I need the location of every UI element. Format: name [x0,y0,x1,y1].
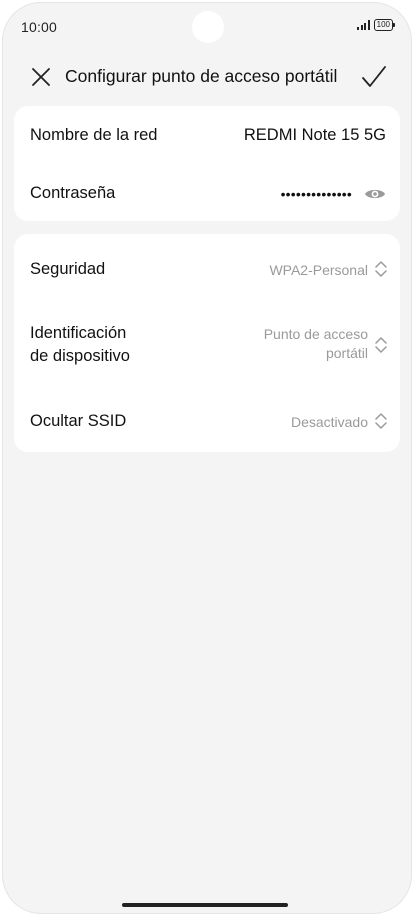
home-indicator[interactable] [122,903,288,907]
phone-screen: 10:00 100 Configurar punto de acceso por… [3,3,411,913]
device-id-row[interactable]: Identificación de dispositivo Punto de a… [14,304,400,384]
front-camera [192,11,224,43]
page-title: Configurar punto de acceso portátil [65,66,338,86]
battery-level: 100 [376,20,390,29]
hide-ssid-label: Ocultar SSID [30,412,127,430]
device-id-label-line1: Identificación [30,324,127,342]
status-time: 10:00 [21,19,58,35]
password-value: •••••••••••••• [280,186,352,202]
security-label: Seguridad [30,260,106,278]
header: Configurar punto de acceso portátil [3,55,411,99]
battery-icon: 100 [373,19,396,31]
password-row[interactable]: Contraseña •••••••••••••• [14,164,400,221]
close-icon [32,68,50,86]
network-name-label: Nombre de la red [30,126,158,144]
settings-card: Seguridad WPA2-Personal Identificación d… [14,234,400,452]
device-id-label-line2: de dispositivo [30,347,130,365]
device-id-value-line1: Punto de acceso [263,326,368,342]
network-name-row[interactable]: Nombre de la red REDMI Note 15 5G [14,106,400,164]
password-label: Contraseña [30,184,116,202]
checkmark-icon [362,66,386,87]
security-row[interactable]: Seguridad WPA2-Personal [14,234,400,304]
chevron-up-down-icon [375,413,387,429]
device-id-value-line2: portátil [325,345,368,361]
signal-icon [357,20,370,30]
eye-icon[interactable] [364,187,386,201]
status-bar: 10:00 100 [3,3,411,47]
status-icons: 100 [357,19,396,31]
security-value: WPA2-Personal [269,262,368,278]
network-card: Nombre de la red REDMI Note 15 5G Contra… [14,106,400,221]
hide-ssid-value: Desactivado [290,414,368,430]
chevron-up-down-icon [375,261,387,277]
chevron-up-down-icon [375,337,387,353]
confirm-button[interactable] [361,64,387,90]
hide-ssid-row[interactable]: Ocultar SSID Desactivado [14,384,400,452]
close-button[interactable] [29,65,53,89]
network-name-value: REDMI Note 15 5G [243,126,386,144]
